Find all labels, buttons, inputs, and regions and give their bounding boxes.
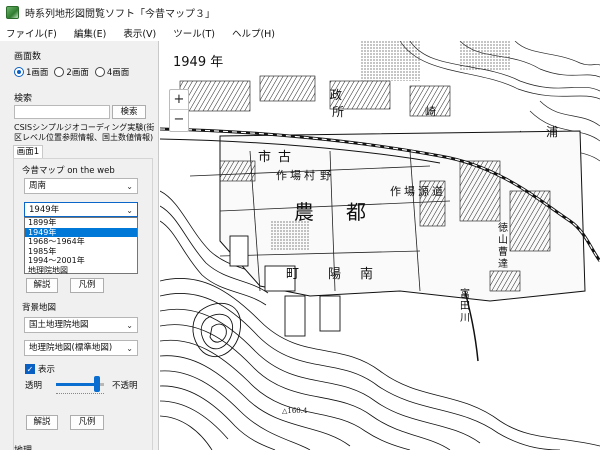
map-label: 陽 bbox=[328, 267, 342, 282]
search-button[interactable]: 検索 bbox=[112, 105, 146, 119]
show-background-label: 表示 bbox=[38, 365, 56, 375]
map-year-label: 1949 年 bbox=[171, 51, 226, 70]
search-input[interactable] bbox=[14, 105, 110, 119]
legend-button-background[interactable]: 凡例 bbox=[70, 415, 104, 430]
background-layer-select[interactable]: 地理院地図(標準地図) ⌄ bbox=[24, 340, 138, 356]
background-source-value: 国土地理院地図 bbox=[29, 320, 89, 330]
map-label: 南 bbox=[360, 267, 374, 282]
map-label: 浦 bbox=[546, 125, 559, 139]
era-value: 1949年 bbox=[29, 205, 60, 215]
menu-edit[interactable]: 編集(E) bbox=[72, 26, 108, 40]
window-title: 時系列地形図閲覧ソフト「今昔マップ３」 bbox=[25, 8, 215, 20]
background-map-title: 背景地図 bbox=[22, 303, 57, 313]
map-label: 作 bbox=[390, 185, 401, 198]
menu-tools[interactable]: ツール(T) bbox=[171, 26, 217, 40]
chevron-down-icon: ⌄ bbox=[126, 206, 133, 215]
map-label: 崎 bbox=[425, 105, 436, 118]
map-label: 道 bbox=[432, 185, 443, 198]
zoom-control: + − bbox=[169, 89, 189, 132]
control-panel: 画面数 1画面 2画面 4画面 検索 検索 CSISシンプルジオコーディング実験… bbox=[0, 41, 159, 450]
screen-count-title: 画面数 bbox=[14, 52, 42, 62]
menu-view[interactable]: 表示(V) bbox=[121, 26, 158, 40]
map-label: 野 bbox=[320, 169, 331, 182]
geocoding-note: CSISシンプルジオコーディング実験(街区レベル位置参照情報、国土数値情報) bbox=[14, 123, 155, 142]
map-label: 所 bbox=[332, 105, 345, 119]
bottom-section-title: 地理 bbox=[14, 443, 32, 450]
explain-button-background[interactable]: 解説 bbox=[26, 415, 58, 430]
background-layer-value: 地理院地図(標準地図) bbox=[29, 343, 113, 353]
region-select[interactable]: 周南 ⌄ bbox=[24, 178, 138, 194]
explain-button-konjaku[interactable]: 解説 bbox=[26, 278, 58, 293]
elevation-label: △160.4 bbox=[282, 407, 308, 415]
era-option-selected[interactable]: 1949年 bbox=[25, 227, 137, 237]
era-select[interactable]: 1949年 ⌄ bbox=[24, 202, 138, 217]
map-label: 作 bbox=[276, 169, 287, 182]
show-background-checkbox-row: ✓ 表示 bbox=[25, 363, 55, 375]
map-label: 村 bbox=[304, 169, 315, 182]
chevron-down-icon: ⌄ bbox=[126, 344, 133, 353]
zoom-out-button[interactable]: − bbox=[170, 110, 188, 130]
menu-bar: ファイル(F) 編集(E) 表示(V) ツール(T) ヘルプ(H) bbox=[0, 24, 600, 41]
tab-screen-1[interactable]: 画面1 bbox=[13, 145, 43, 159]
menu-file[interactable]: ファイル(F) bbox=[4, 26, 59, 40]
era-dropdown-list: 1899年 1949年 1968～1964年 1985年 1994～2001年 … bbox=[24, 217, 138, 276]
chevron-down-icon: ⌄ bbox=[126, 182, 133, 191]
legend-button-konjaku[interactable]: 凡例 bbox=[70, 278, 104, 293]
map-label: 川 bbox=[460, 313, 470, 324]
map-view[interactable]: 1949 年 + − 政 所 崎 浦 市 古 作 場 村 野 農 都 作 場 源… bbox=[160, 41, 600, 450]
opacity-max-label: 不透明 bbox=[112, 381, 138, 391]
map-canvas bbox=[160, 41, 600, 450]
chevron-down-icon: ⌄ bbox=[126, 321, 133, 330]
era-option[interactable]: 1899年 bbox=[25, 218, 137, 228]
opacity-slider-fill bbox=[56, 383, 97, 386]
map-label: 古 bbox=[278, 150, 292, 165]
screen-count-options: 1画面 2画面 4画面 bbox=[14, 66, 135, 78]
map-label: 農 bbox=[294, 200, 314, 224]
background-source-select[interactable]: 国土地理院地図 ⌄ bbox=[24, 317, 138, 333]
opacity-min-label: 透明 bbox=[25, 381, 43, 391]
radio-4-screen-label: 4画面 bbox=[106, 68, 130, 78]
search-title: 検索 bbox=[14, 94, 33, 104]
app-map-icon bbox=[6, 5, 19, 19]
map-label: 町 bbox=[286, 267, 300, 282]
menu-help[interactable]: ヘルプ(H) bbox=[230, 26, 277, 40]
era-option[interactable]: 1968～1964年 bbox=[25, 237, 137, 247]
era-option[interactable]: 地理院地図 bbox=[25, 266, 137, 276]
era-option[interactable]: 1985年 bbox=[25, 247, 137, 257]
konjaku-title: 今昔マップ on the web bbox=[22, 166, 115, 176]
map-label: 源 bbox=[418, 185, 429, 198]
radio-1-screen[interactable] bbox=[14, 67, 24, 77]
map-label: 達 bbox=[498, 259, 508, 270]
map-label: 政 bbox=[330, 88, 343, 102]
map-label: 都 bbox=[346, 200, 366, 224]
opacity-slider-ticks bbox=[56, 393, 104, 396]
opacity-slider-thumb[interactable] bbox=[93, 376, 100, 392]
map-label: 場 bbox=[404, 185, 415, 198]
radio-2-screen[interactable] bbox=[54, 67, 65, 77]
radio-4-screen[interactable] bbox=[94, 67, 105, 77]
region-value: 周南 bbox=[29, 181, 47, 191]
zoom-in-button[interactable]: + bbox=[170, 90, 188, 110]
map-label: 市 bbox=[258, 150, 272, 165]
radio-1-screen-label: 1画面 bbox=[26, 68, 49, 78]
era-option[interactable]: 1994～2001年 bbox=[25, 256, 137, 266]
map-label: 場 bbox=[290, 169, 301, 182]
title-bar: 時系列地形図閲覧ソフト「今昔マップ３」 bbox=[0, 0, 600, 24]
radio-2-screen-label: 2画面 bbox=[66, 68, 89, 78]
show-background-checkbox[interactable]: ✓ bbox=[25, 364, 35, 374]
